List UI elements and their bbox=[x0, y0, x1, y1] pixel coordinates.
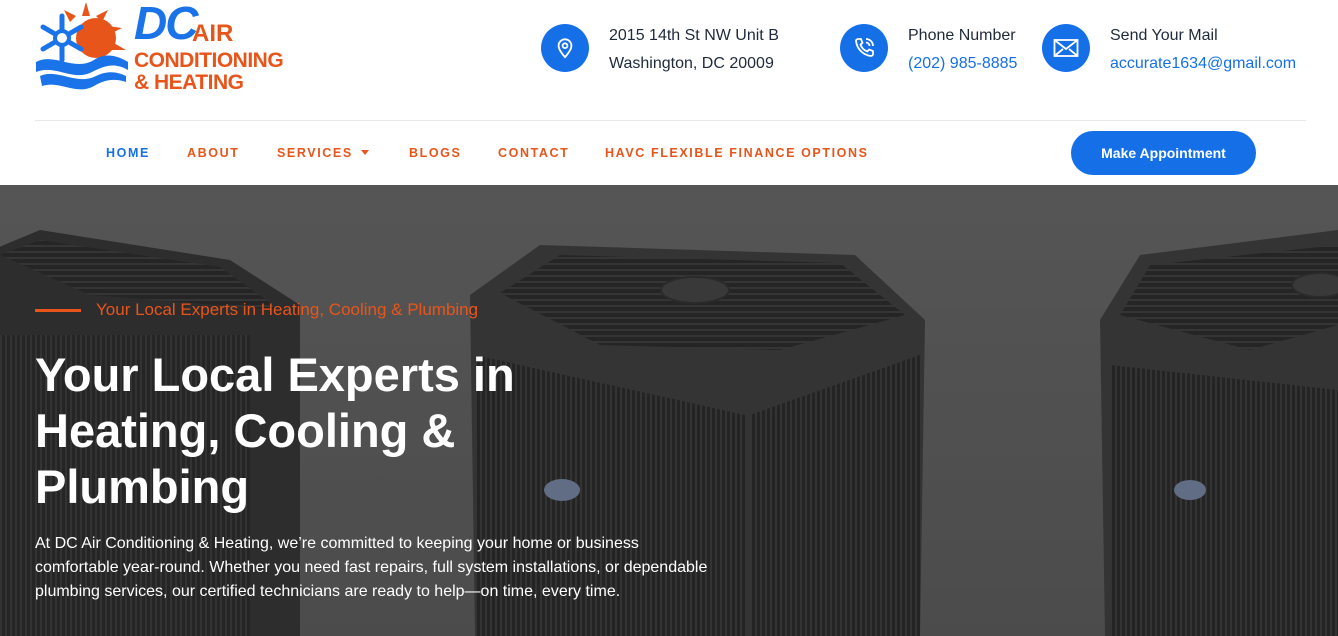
address-line-1: 2015 14th St NW Unit B bbox=[609, 27, 779, 44]
hero-eyebrow: Your Local Experts in Heating, Cooling &… bbox=[96, 300, 479, 319]
make-appointment-button[interactable]: Make Appointment bbox=[1071, 131, 1256, 175]
email-link[interactable]: accurate1634@gmail.com bbox=[1110, 55, 1296, 73]
hero-title: Your Local Experts in Heating, Cooling &… bbox=[35, 347, 635, 515]
site-logo[interactable]: DC AIR CONDITIONING & HEATING bbox=[34, 0, 304, 104]
main-nav: HOME ABOUT SERVICES BLOGS CONTACT HAVC F… bbox=[0, 121, 1338, 185]
hero-description: At DC Air Conditioning & Heating, we’re … bbox=[35, 532, 735, 604]
nav-home[interactable]: HOME bbox=[106, 146, 150, 160]
eyebrow-accent-line bbox=[35, 309, 81, 312]
phone-number-link[interactable]: (202) 985-8885 bbox=[908, 55, 1017, 73]
logo-heating-text: & HEATING bbox=[134, 71, 244, 94]
hero-description-line-2: comfortable year-round. Whether you need… bbox=[35, 559, 708, 576]
phone-label: Phone Number bbox=[908, 27, 1016, 44]
hero-title-line-2: Heating, Cooling & bbox=[35, 404, 456, 457]
map-pin-icon bbox=[541, 24, 589, 72]
nav-blogs[interactable]: BLOGS bbox=[409, 146, 461, 160]
logo-air-text: AIR bbox=[192, 20, 234, 47]
logo-sun-snowflake-icon bbox=[36, 2, 128, 90]
nav-about[interactable]: ABOUT bbox=[187, 146, 239, 160]
nav-contact[interactable]: CONTACT bbox=[498, 146, 569, 160]
hero-title-line-1: Your Local Experts in bbox=[35, 348, 515, 401]
mail-icon bbox=[1042, 24, 1090, 72]
address-line-2: Washington, DC 20009 bbox=[609, 55, 774, 72]
nav-services-label: SERVICES bbox=[277, 146, 353, 160]
chevron-down-icon bbox=[360, 150, 369, 156]
phone-icon bbox=[840, 24, 888, 72]
nav-finance-options[interactable]: HAVC FLEXIBLE FINANCE OPTIONS bbox=[605, 146, 869, 160]
logo-dc-text: DC bbox=[134, 0, 198, 49]
hero-title-line-3: Plumbing bbox=[35, 460, 250, 513]
site-header: DC AIR CONDITIONING & HEATING 2015 14th … bbox=[0, 0, 1338, 120]
logo-conditioning-text: CONDITIONING bbox=[134, 49, 284, 72]
hero-section: Your Local Experts in Heating, Cooling &… bbox=[0, 185, 1338, 636]
email-label: Send Your Mail bbox=[1110, 27, 1218, 44]
nav-services[interactable]: SERVICES bbox=[277, 146, 369, 160]
hero-description-line-3: plumbing services, our certified technic… bbox=[35, 583, 621, 600]
hero-description-line-1: At DC Air Conditioning & Heating, we’re … bbox=[35, 535, 639, 552]
